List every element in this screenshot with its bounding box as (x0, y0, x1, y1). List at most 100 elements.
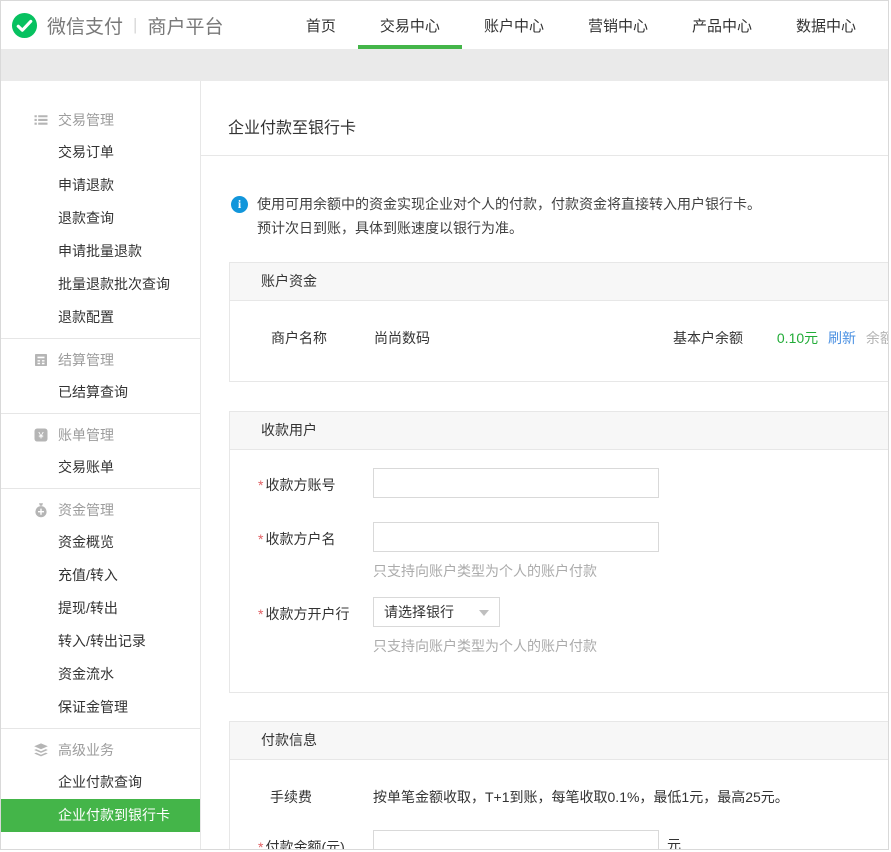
payee-body: *收款方账号 *收款方户名 只支持向账户类型为个人的账户付款 *收款 (230, 450, 888, 692)
required-mark: * (258, 839, 263, 850)
payee-account-label: *收款方账号 (258, 468, 373, 498)
content-area: 交易管理 交易订单 申请退款 退款查询 申请批量退款 批量退款批次查询 退款配置… (1, 81, 888, 850)
notice-line-1: 使用可用余额中的资金实现企业对个人的付款，付款资金将直接转入用户银行卡。 (257, 192, 761, 216)
sidebar-section-funds-management: 资金管理 (1, 493, 200, 526)
advanced-business-icon (33, 742, 49, 758)
sidebar-section-title: 账单管理 (58, 425, 114, 445)
sidebar-item-funds-flow[interactable]: 资金流水 (1, 658, 200, 691)
brand-divider: | (133, 15, 137, 35)
required-mark: * (258, 606, 263, 622)
fee-label: 手续费 (258, 787, 373, 807)
sidebar-section-title: 交易管理 (58, 110, 114, 130)
payee-name-field-row: *收款方户名 只支持向账户类型为个人的账户付款 (258, 522, 888, 581)
account-funds-header: 账户资金 (230, 263, 888, 301)
sidebar-section-trade-management: 交易管理 (1, 103, 200, 136)
top-navigation: 首页 交易中心 账户中心 营销中心 产品中心 数据中心 (284, 1, 888, 49)
basic-balance-label: 基本户余额 (673, 330, 743, 346)
amount-input[interactable] (373, 830, 659, 850)
sidebar-item-withdraw-transfer-out[interactable]: 提现/转出 (1, 592, 200, 625)
sidebar-item-recharge-transfer-in[interactable]: 充值/转入 (1, 559, 200, 592)
sidebar-item-enterprise-payment-to-bank-card[interactable]: 企业付款到银行卡 (1, 799, 200, 832)
sidebar-item-apply-refund[interactable]: 申请退款 (1, 169, 200, 202)
svg-text:¥: ¥ (37, 430, 44, 441)
payee-bank-control: 请选择银行 只支持向账户类型为个人的账户付款 (373, 597, 597, 656)
payment-info-section: 付款信息 手续费 按单笔金额收取，T+1到账，每笔收取0.1%，最低1元，最高2… (229, 721, 888, 850)
nav-transaction-center[interactable]: 交易中心 (358, 1, 462, 49)
wechat-pay-logo-icon (11, 12, 38, 39)
account-funds-section: 账户资金 商户名称 尚尚数码 基本户余额 0.10元 刷新 余额不足 (229, 262, 888, 382)
payee-bank-hint: 只支持向账户类型为个人的账户付款 (373, 636, 597, 656)
bank-select-value: 请选择银行 (384, 602, 454, 622)
sidebar-item-transfer-records[interactable]: 转入/转出记录 (1, 625, 200, 658)
sub-header-band (1, 49, 888, 81)
payee-section: 收款用户 *收款方账号 *收款方户名 只支持向账户类型为个人的账户付款 (229, 411, 888, 693)
sidebar-item-enterprise-payment-query[interactable]: 企业付款查询 (1, 766, 200, 799)
nav-data-center[interactable]: 数据中心 (774, 1, 878, 49)
top-bar: 微信支付 | 商户平台 首页 交易中心 账户中心 营销中心 产品中心 数据中心 (1, 1, 888, 49)
payment-info-body: 手续费 按单笔金额收取，T+1到账，每笔收取0.1%，最低1元，最高25元。 *… (230, 760, 888, 850)
fee-row: 手续费 按单笔金额收取，T+1到账，每笔收取0.1%，最低1元，最高25元。 (258, 787, 888, 807)
merchant-name-label: 商户名称 (271, 328, 327, 348)
settlement-management-icon (33, 352, 49, 368)
sidebar-section-settlement-management: 结算管理 (1, 343, 200, 376)
notice-line-2: 预计次日到账，具体到账速度以银行为准。 (257, 216, 761, 240)
main-panel: 企业付款至银行卡 i 使用可用余额中的资金实现企业对个人的付款，付款资金将直接转… (201, 81, 888, 850)
merchant-platform-page: 微信支付 | 商户平台 首页 交易中心 账户中心 营销中心 产品中心 数据中心 … (0, 0, 889, 850)
payee-account-input[interactable] (373, 468, 659, 498)
sidebar-section-bill-management: ¥ 账单管理 (1, 418, 200, 451)
payee-bank-field-row: *收款方开户行 请选择银行 只支持向账户类型为个人的账户付款 (258, 597, 888, 656)
sidebar-divider (1, 728, 200, 729)
sidebar-divider (1, 413, 200, 414)
nav-product-center[interactable]: 产品中心 (670, 1, 774, 49)
bank-select[interactable]: 请选择银行 (373, 597, 500, 627)
payee-name-control: 只支持向账户类型为个人的账户付款 (373, 522, 659, 581)
sidebar-item-transaction-bill[interactable]: 交易账单 (1, 451, 200, 484)
info-notice: i 使用可用余额中的资金实现企业对个人的付款，付款资金将直接转入用户银行卡。 预… (231, 192, 888, 240)
sidebar-item-batch-refund-batch-query[interactable]: 批量退款批次查询 (1, 268, 200, 301)
sidebar-item-refund-config[interactable]: 退款配置 (1, 301, 200, 334)
balance-note: 余额不足 (866, 330, 888, 346)
sidebar: 交易管理 交易订单 申请退款 退款查询 申请批量退款 批量退款批次查询 退款配置… (1, 81, 201, 850)
balance-group: 基本户余额 0.10元 刷新 余额不足 (673, 328, 888, 348)
fee-description: 按单笔金额收取，T+1到账，每笔收取0.1%，最低1元，最高25元。 (373, 787, 789, 807)
sidebar-divider (1, 488, 200, 489)
account-funds-body: 商户名称 尚尚数码 基本户余额 0.10元 刷新 余额不足 (230, 301, 888, 381)
amount-label: *付款金额(元) (258, 830, 373, 850)
payee-bank-label: *收款方开户行 (258, 597, 373, 656)
basic-balance-value: 0.10元 (777, 330, 818, 346)
sidebar-item-funds-overview[interactable]: 资金概览 (1, 526, 200, 559)
amount-control: 元 (373, 830, 681, 850)
chevron-down-icon (479, 610, 489, 616)
payee-name-label: *收款方户名 (258, 522, 373, 581)
payee-account-control (373, 468, 659, 498)
payee-name-input[interactable] (373, 522, 659, 552)
nav-account-center[interactable]: 账户中心 (462, 1, 566, 49)
sidebar-section-title: 结算管理 (58, 350, 114, 370)
brand-name: 微信支付 (47, 12, 123, 39)
required-mark: * (258, 477, 263, 493)
payee-name-hint: 只支持向账户类型为个人的账户付款 (373, 561, 659, 581)
sidebar-section-advanced-business: 高级业务 (1, 733, 200, 766)
nav-marketing-center[interactable]: 营销中心 (566, 1, 670, 49)
refresh-balance-link[interactable]: 刷新 (828, 330, 856, 346)
trade-management-icon (33, 112, 49, 128)
info-icon: i (231, 196, 248, 213)
sidebar-section-title: 资金管理 (58, 500, 114, 520)
sidebar-item-refund-query[interactable]: 退款查询 (1, 202, 200, 235)
brand-home-link[interactable]: 微信支付 | 商户平台 (1, 1, 223, 49)
sidebar-divider (1, 338, 200, 339)
sidebar-section-title: 高级业务 (58, 740, 114, 760)
sidebar-item-apply-batch-refund[interactable]: 申请批量退款 (1, 235, 200, 268)
sidebar-item-transaction-orders[interactable]: 交易订单 (1, 136, 200, 169)
funds-management-icon (33, 502, 49, 518)
nav-home[interactable]: 首页 (284, 1, 358, 49)
payee-header: 收款用户 (230, 412, 888, 450)
required-mark: * (258, 531, 263, 547)
merchant-name-value: 尚尚数码 (374, 328, 430, 348)
sidebar-item-deposit-management[interactable]: 保证金管理 (1, 691, 200, 724)
page-title: 企业付款至银行卡 (201, 81, 888, 156)
payee-account-field-row: *收款方账号 (258, 468, 888, 498)
sidebar-item-settled-query[interactable]: 已结算查询 (1, 376, 200, 409)
payment-info-header: 付款信息 (230, 722, 888, 760)
brand-portal: 商户平台 (147, 12, 223, 39)
